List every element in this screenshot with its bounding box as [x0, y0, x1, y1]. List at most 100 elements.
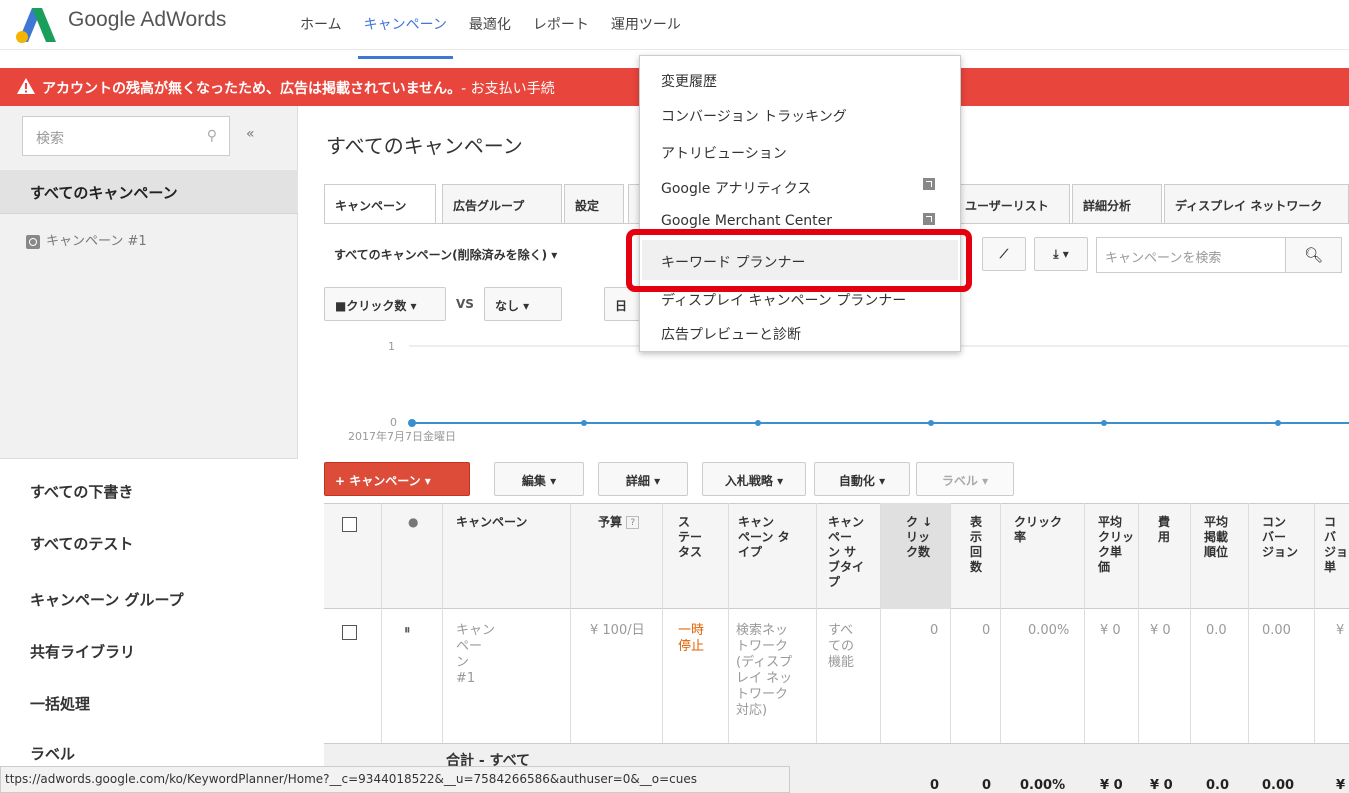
tab-dimensions[interactable]: 詳細分析 [1072, 184, 1162, 224]
nav-tools[interactable]: 運用ツール [611, 14, 681, 34]
row-cpc: ¥ 0 [1100, 623, 1121, 638]
status-dot-header: ● [408, 515, 419, 529]
th-campaign-subtype[interactable]: キャン ペー ン サ ブタイ プ [828, 515, 864, 590]
external-link-icon [923, 178, 935, 190]
menu-item-ad-preview[interactable]: 広告プレビューと診断 [661, 324, 801, 344]
external-link-icon [923, 213, 935, 225]
row-impressions: 0 [982, 623, 991, 638]
th-status[interactable]: ス テー タス [678, 515, 702, 560]
menu-item-label: Google アナリティクス [661, 181, 812, 197]
th-campaign[interactable]: キャンペーン [456, 515, 527, 530]
app-title: Google AdWords [68, 8, 227, 31]
sidebar-item-bulk-ops[interactable]: 一括処理 [30, 693, 90, 714]
collapse-sidebar-icon[interactable]: « [246, 126, 255, 142]
help-icon[interactable]: ? [626, 516, 640, 529]
details-button[interactable]: 詳細 ▾ [598, 462, 688, 496]
total-impressions: 0 [982, 778, 992, 793]
sidebar-item-campaign-groups[interactable]: キャンペーン グループ [30, 589, 184, 610]
chart-y-zero: 0 [390, 416, 397, 429]
menu-item-conversion-tracking[interactable]: コンバージョン トラッキング [661, 106, 847, 126]
row-checkbox[interactable] [342, 625, 357, 640]
nav-campaigns[interactable]: キャンペーン [357, 14, 454, 59]
adwords-logo-icon[interactable] [14, 4, 58, 44]
sidebar-item-campaign-1[interactable]: キャンペーン #1 [26, 230, 147, 249]
menu-item-display-planner[interactable]: ディスプレイ キャンペーン プランナー [661, 290, 906, 310]
bid-strategy-button[interactable]: 入札戦略 ▾ [702, 462, 806, 496]
th-cost-per-conv[interactable]: コ バ ジョ 単 [1324, 515, 1348, 575]
chart-y-tick: 1 [388, 340, 395, 353]
th-impressions[interactable]: 表 示 回 数 [970, 515, 982, 575]
search-icon: ⚲ [206, 128, 217, 144]
tab-display-network[interactable]: ディスプレイ ネットワーク [1164, 184, 1349, 224]
row-type: 検索ネッ トワーク (ディスプ レイ ネッ トワーク 対応) [736, 623, 793, 718]
sidebar-search-input[interactable]: 検索 ⚲ [22, 116, 230, 156]
campaign-icon [26, 234, 40, 249]
automate-button[interactable]: 自動化 ▾ [814, 462, 910, 496]
browser-status-url: ttps://adwords.google.com/ko/KeywordPlan… [0, 766, 790, 793]
menu-item-attribution[interactable]: アトリビューション [661, 143, 787, 163]
menu-item-google-analytics[interactable]: Google アナリティクス [661, 178, 941, 198]
sidebar-item-tests[interactable]: すべてのテスト [30, 533, 133, 554]
total-cpc: ¥ 0 [1100, 778, 1123, 793]
row-cost-per-conv: ¥ [1336, 623, 1345, 638]
keyword-planner-highlight [626, 229, 972, 292]
menu-item-change-history[interactable]: 変更履歴 [661, 71, 717, 91]
chart-toggle-icon[interactable]: ⟋ [982, 237, 1026, 271]
th-cost[interactable]: 費 用 [1158, 515, 1170, 545]
pause-icon[interactable]: ⏸ [404, 623, 411, 639]
tab-campaigns[interactable]: キャンペーン [324, 184, 436, 224]
vs-label: VS [456, 297, 474, 311]
sidebar-item-label: すべてのキャンペーン [30, 184, 178, 202]
th-campaign-type[interactable]: キャン ペーン タ イプ [738, 515, 790, 560]
row-subtype: すべ ての 機能 [828, 623, 855, 670]
sidebar-campaign-label: キャンペーン #1 [46, 234, 147, 249]
metric-1-dropdown[interactable]: ■クリック数 ▾ [324, 287, 446, 321]
row-ctr: 0.00% [1028, 623, 1070, 638]
nav-home[interactable]: ホーム [300, 14, 342, 34]
chart-date-label: 2017年7月7日金曜日 [348, 429, 456, 443]
total-cost-per-conv: ¥ [1336, 778, 1346, 793]
tab-user-lists[interactable]: ユーザーリスト [954, 184, 1070, 224]
sidebar-item-all-campaigns[interactable]: すべてのキャンペーン [0, 170, 298, 214]
th-budget-label: 予算 [598, 515, 623, 529]
search-icon[interactable]: 🔍︎ [1286, 237, 1342, 273]
th-ctr[interactable]: クリック 率 [1014, 515, 1062, 545]
label-button[interactable]: ラベル ▾ [916, 462, 1014, 496]
sidebar-item-labels[interactable]: ラベル [30, 743, 75, 764]
sidebar-item-shared-library[interactable]: 共有ライブラリ [30, 641, 135, 662]
campaign-filter-dropdown[interactable]: すべてのキャンペーン(削除済みを除く) ▾ [324, 237, 624, 271]
th-clicks[interactable]: ク ↓ リッ ク数 [906, 515, 932, 560]
edit-button[interactable]: 編集 ▾ [494, 462, 584, 496]
tab-settings[interactable]: 設定 [564, 184, 624, 224]
th-avg-cpc[interactable]: 平均 クリッ ク単 価 [1098, 515, 1134, 575]
menu-item-merchant-center[interactable]: Google Merchant Center [661, 213, 941, 229]
total-clicks: 0 [930, 778, 940, 793]
sidebar: 検索 ⚲ « すべてのキャンペーン キャンペーン #1 すべての下書き すべての… [0, 106, 298, 793]
metric-2-dropdown[interactable]: なし ▾ [484, 287, 562, 321]
alert-text: アカウントの残高が無くなったため、広告は掲載されていません。- お支払い手続 [42, 78, 555, 98]
tab-ad-groups[interactable]: 広告グループ [442, 184, 562, 224]
total-position: 0.0 [1206, 778, 1230, 793]
download-icon[interactable]: ⤓ ▾ [1034, 237, 1088, 271]
th-avg-position[interactable]: 平均 掲載 順位 [1204, 515, 1228, 560]
row-campaign-link[interactable]: キャン ペー ン #1 [456, 623, 495, 687]
nav-optimization[interactable]: 最適化 [469, 14, 511, 34]
th-budget[interactable]: 予算 ? [598, 515, 640, 530]
row-budget[interactable]: ¥ 100/日 [590, 623, 645, 639]
add-campaign-button[interactable]: + キャンペーン ▾ [324, 462, 470, 496]
top-nav-bar: Google AdWords ホーム キャンペーン 最適化 レポート 運用ツール [0, 0, 1349, 59]
search-placeholder: 検索 [36, 131, 64, 147]
sidebar-item-drafts[interactable]: すべての下書き [30, 481, 133, 502]
total-conversions: 0.00 [1262, 778, 1295, 793]
alert-message: アカウントの残高が無くなったため、広告は掲載されていません。 [42, 81, 462, 97]
page-title: すべてのキャンペーン [326, 134, 523, 158]
campaign-search-input[interactable]: キャンペーンを検索 [1096, 237, 1286, 273]
chart-period-dropdown[interactable]: 日 [604, 287, 640, 321]
row-cost: ¥ 0 [1150, 623, 1171, 638]
warning-icon [17, 78, 35, 94]
alert-payment-link[interactable]: - お支払い手続 [461, 81, 555, 97]
row-status[interactable]: 一時 停止 [678, 623, 704, 655]
select-all-checkbox[interactable] [342, 517, 357, 532]
th-conversions[interactable]: コン バー ジョン [1262, 515, 1298, 560]
nav-reports[interactable]: レポート [533, 14, 589, 34]
